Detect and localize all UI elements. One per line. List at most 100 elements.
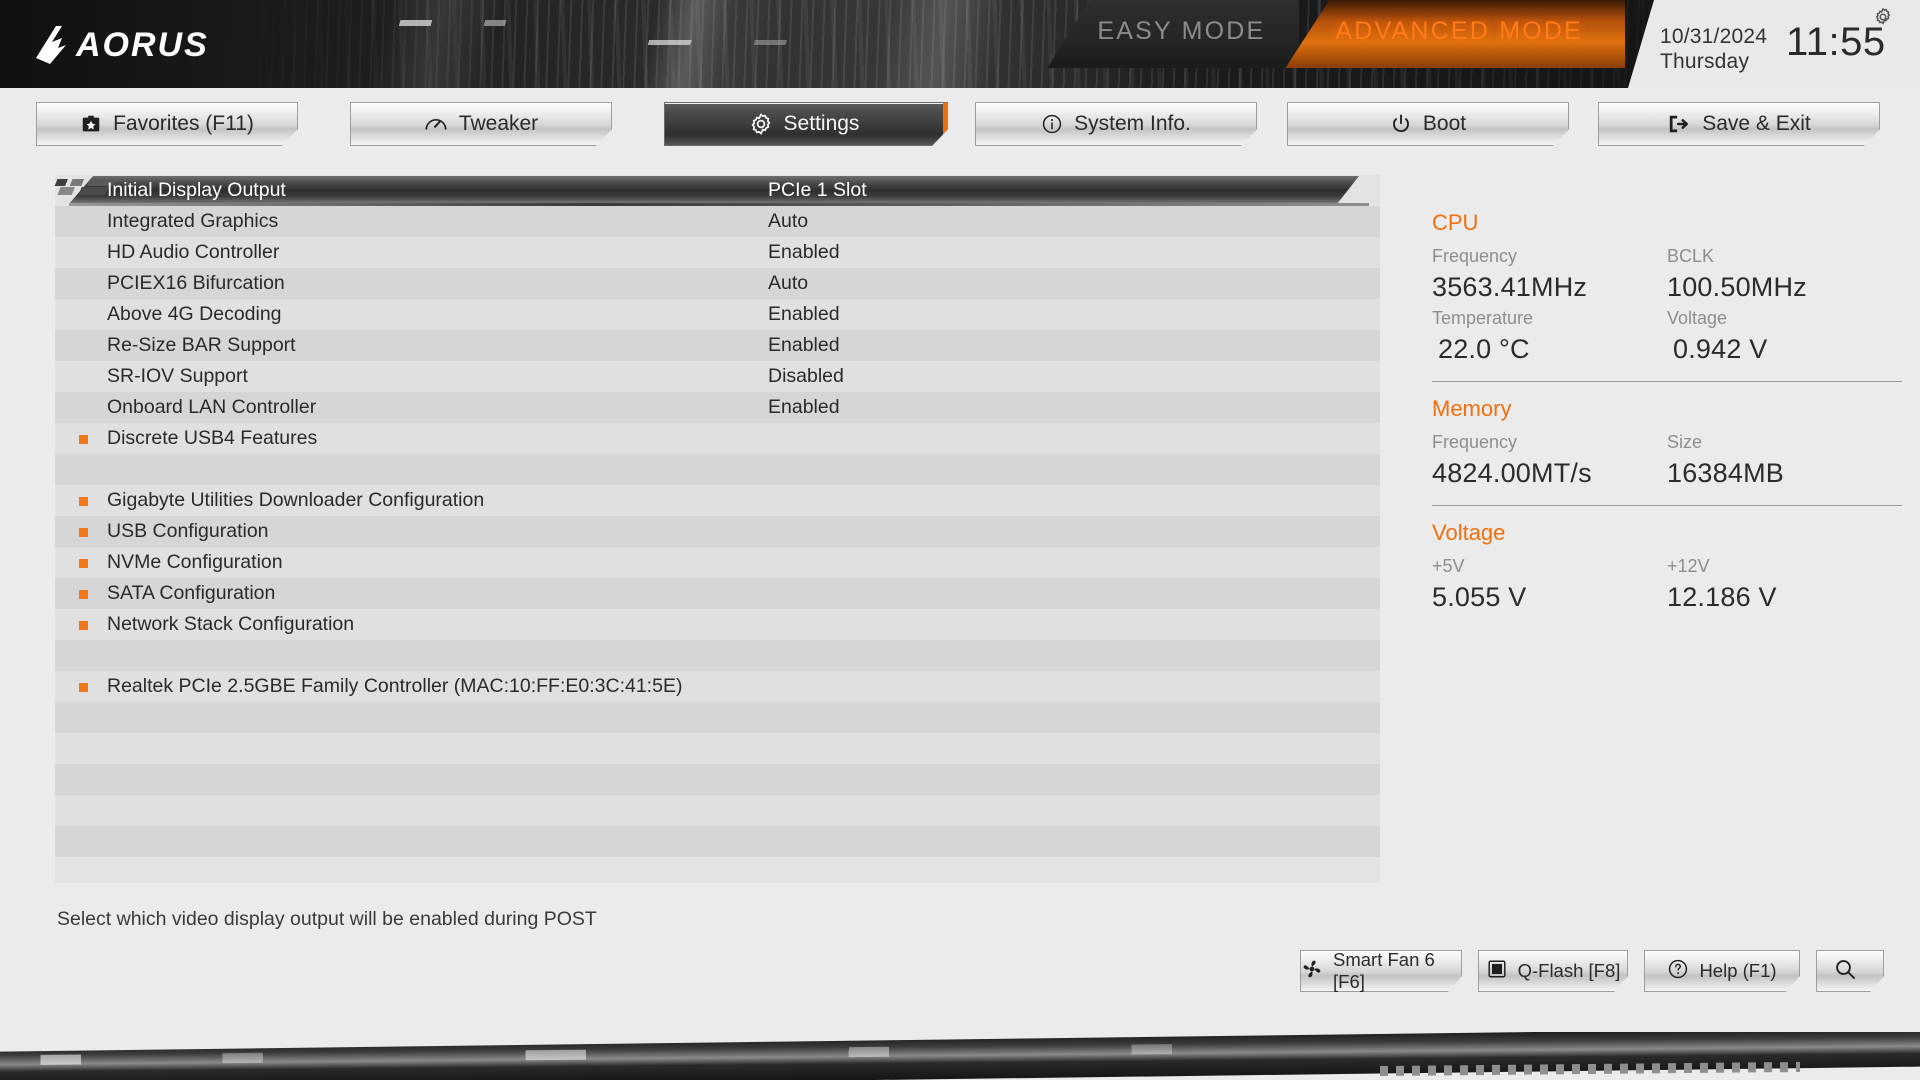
cpu-bclk-block: BCLK 100.50MHz Voltage 0.942 V: [1667, 243, 1902, 367]
mode-tab-group: EASY MODE ADVANCED MODE: [1047, 0, 1625, 68]
settings-row: [55, 795, 1380, 826]
clock-panel: 10/31/2024 Thursday 11:55: [1628, 0, 1920, 88]
settings-row[interactable]: Integrated Graphics Auto: [55, 206, 1380, 237]
main-navigation: Favorites (F11) Tweaker Settings System …: [0, 88, 1920, 160]
question-circle-icon: [1667, 958, 1689, 985]
memory-frequency-block: Frequency 4824.00MT/s: [1432, 429, 1667, 491]
tab-boot-label: Boot: [1422, 112, 1467, 135]
tab-system-info-label: System Info.: [1074, 112, 1191, 135]
q-flash-button[interactable]: Q-Flash [F8]: [1478, 950, 1628, 992]
settings-row-label: Above 4G Decoding: [107, 303, 282, 325]
smart-fan-button[interactable]: Smart Fan 6 [F6]: [1300, 950, 1462, 992]
power-icon: [1390, 113, 1412, 135]
smart-fan-button-label: Smart Fan 6 [F6]: [1333, 949, 1435, 992]
voltage-12v-value: 12.186 V: [1667, 582, 1777, 612]
search-button[interactable]: [1816, 950, 1884, 992]
settings-row-value[interactable]: Enabled: [768, 396, 840, 419]
settings-row[interactable]: Network Stack Configuration: [55, 609, 1380, 640]
gear-icon: [749, 112, 773, 136]
submenu-bullet-icon: [79, 497, 88, 506]
voltage-section: Voltage +5V 5.055 V +12V 12.186 V: [1432, 520, 1902, 615]
help-button[interactable]: Help (F1): [1644, 950, 1800, 992]
chip-icon: [1486, 958, 1508, 985]
settings-row: [55, 733, 1380, 764]
submenu-bullet-icon: [79, 590, 88, 599]
submenu-bullet-icon: [79, 528, 88, 537]
settings-list[interactable]: Initial Display Output PCIe 1 Slot Integra…: [47, 175, 1380, 883]
fan-icon: [1301, 958, 1323, 985]
settings-row[interactable]: Onboard LAN Controller Enabled: [55, 392, 1380, 423]
settings-row[interactable]: SATA Configuration: [55, 578, 1380, 609]
cpu-bclk-label: BCLK: [1667, 246, 1715, 266]
cpu-bclk-value: 100.50MHz: [1667, 272, 1807, 302]
settings-row[interactable]: USB Configuration: [55, 516, 1380, 547]
settings-row-value[interactable]: Auto: [768, 210, 808, 233]
settings-row-value[interactable]: Enabled: [768, 334, 840, 357]
settings-row[interactable]: PCIEX16 Bifurcation Auto: [55, 268, 1380, 299]
footer-decoration: [0, 1032, 1920, 1080]
cpu-frequency-label: Frequency: [1432, 246, 1518, 266]
cpu-temperature-label: Temperature: [1432, 308, 1534, 328]
exit-arrow-icon: [1667, 113, 1691, 135]
tab-easy-mode[interactable]: EASY MODE: [1047, 0, 1300, 68]
settings-row: [55, 764, 1380, 795]
clock-date-block: 10/31/2024 Thursday: [1660, 24, 1767, 74]
settings-row-label: Realtek PCIe 2.5GBE Family Controller (M…: [107, 675, 683, 697]
info-circle-icon: [1041, 113, 1063, 135]
settings-row-value[interactable]: Disabled: [768, 365, 844, 388]
divider-cpu-memory: [1432, 381, 1902, 382]
settings-row-value[interactable]: Enabled: [768, 241, 840, 264]
memory-size-block: Size 16384MB: [1667, 429, 1902, 491]
settings-row-label: USB Configuration: [107, 520, 269, 542]
settings-row: [55, 826, 1380, 857]
tab-tweaker-label: Tweaker: [458, 112, 539, 135]
tab-tweaker[interactable]: Tweaker: [350, 102, 612, 146]
voltage-section-title: Voltage: [1432, 520, 1506, 545]
settings-row-label: Initial Display Output: [107, 179, 286, 201]
cpu-temperature-value: 22.0 °C: [1438, 334, 1530, 364]
settings-row-value[interactable]: Enabled: [768, 303, 840, 326]
tab-easy-mode-label: EASY MODE: [1097, 16, 1266, 45]
tab-system-info[interactable]: System Info.: [975, 102, 1257, 146]
memory-section-title: Memory: [1432, 396, 1512, 421]
tab-save-exit-label: Save & Exit: [1702, 112, 1811, 135]
settings-row-value[interactable]: Auto: [768, 272, 808, 295]
memory-frequency-label: Frequency: [1432, 432, 1518, 452]
tab-advanced-mode-label: ADVANCED MODE: [1335, 16, 1583, 45]
settings-row[interactable]: Discrete USB4 Features: [55, 423, 1380, 454]
settings-row[interactable]: Above 4G Decoding Enabled: [55, 299, 1380, 330]
settings-row-label: Discrete USB4 Features: [107, 427, 318, 449]
settings-row[interactable]: Gigabyte Utilities Downloader Configurat…: [55, 485, 1380, 516]
tab-advanced-mode[interactable]: ADVANCED MODE: [1285, 0, 1625, 68]
submenu-bullet-icon: [79, 559, 88, 568]
cpu-section: CPU Frequency 3563.41MHz Temperature 22.…: [1432, 210, 1902, 367]
settings-row-label: HD Audio Controller: [107, 241, 280, 263]
settings-row[interactable]: SR-IOV Support Disabled: [55, 361, 1380, 392]
settings-row[interactable]: Realtek PCIe 2.5GBE Family Controller (M…: [55, 671, 1380, 702]
memory-frequency-value: 4824.00MT/s: [1432, 458, 1592, 488]
submenu-bullet-icon: [79, 683, 88, 692]
tab-favorites[interactable]: Favorites (F11): [36, 102, 298, 146]
tab-boot[interactable]: Boot: [1287, 102, 1569, 146]
cpu-frequency-block: Frequency 3563.41MHz Temperature 22.0 °C: [1432, 243, 1667, 367]
settings-row[interactable]: NVMe Configuration: [55, 547, 1380, 578]
cpu-voltage-value: 0.942 V: [1673, 334, 1768, 364]
gauge-icon: [424, 113, 448, 135]
memory-size-label: Size: [1667, 432, 1703, 452]
settings-row: [55, 454, 1380, 485]
tab-favorites-label: Favorites (F11): [113, 112, 254, 135]
selection-fragment-icon-2: [57, 187, 109, 195]
help-description-text: Select which video display output will b…: [57, 908, 597, 930]
settings-row: [55, 702, 1380, 733]
tab-settings[interactable]: Settings: [664, 102, 948, 146]
settings-row-value[interactable]: PCIe 1 Slot: [768, 179, 867, 202]
settings-row[interactable]: Re-Size BAR Support Enabled: [55, 330, 1380, 361]
q-flash-button-label: Q-Flash [F8]: [1517, 960, 1621, 981]
bios-screen: AORUS EASY MODE ADVANCED MODE 10/31/2024: [0, 0, 1920, 1080]
voltage-12v-block: +12V 12.186 V: [1667, 553, 1902, 615]
favorites-star-icon: [80, 113, 102, 135]
clock-time: 11:55: [1786, 20, 1886, 64]
tab-save-exit[interactable]: Save & Exit: [1598, 102, 1880, 146]
settings-row-selected[interactable]: Initial Display Output PCIe 1 Slot: [47, 175, 1380, 206]
settings-row[interactable]: HD Audio Controller Enabled: [55, 237, 1380, 268]
